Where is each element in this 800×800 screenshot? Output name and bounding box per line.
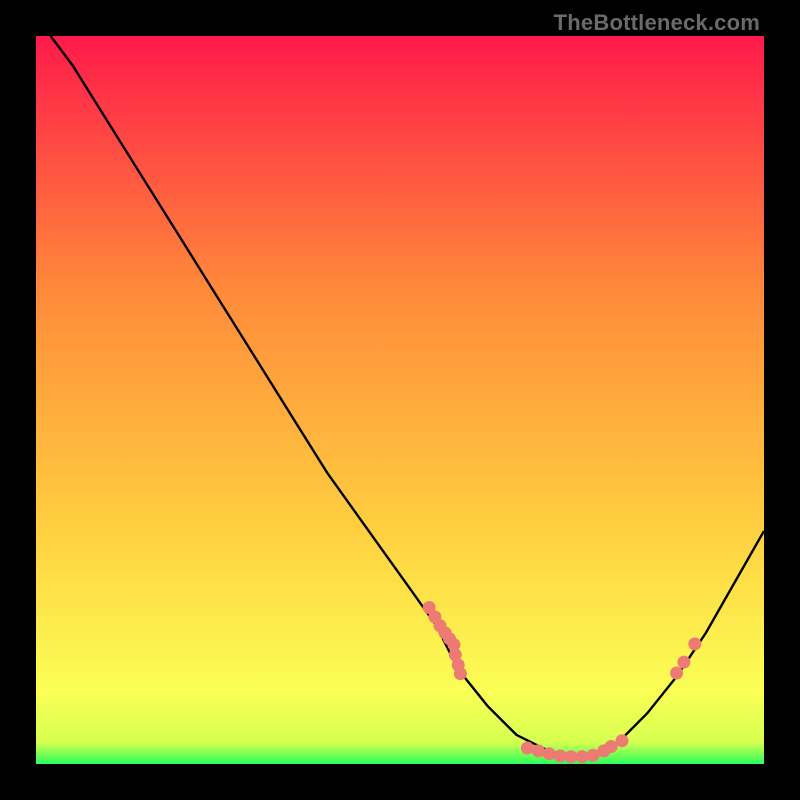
data-marker xyxy=(616,734,629,747)
data-marker xyxy=(521,742,534,755)
bottleneck-chart xyxy=(36,36,764,764)
chart-frame xyxy=(36,36,764,764)
gradient-background xyxy=(36,36,764,764)
data-marker xyxy=(576,750,589,763)
data-marker xyxy=(677,656,690,669)
data-marker xyxy=(532,744,545,757)
data-marker xyxy=(543,747,556,760)
data-marker xyxy=(454,667,467,680)
data-marker xyxy=(670,667,683,680)
watermark-label: TheBottleneck.com xyxy=(554,10,760,36)
data-marker xyxy=(688,637,701,650)
